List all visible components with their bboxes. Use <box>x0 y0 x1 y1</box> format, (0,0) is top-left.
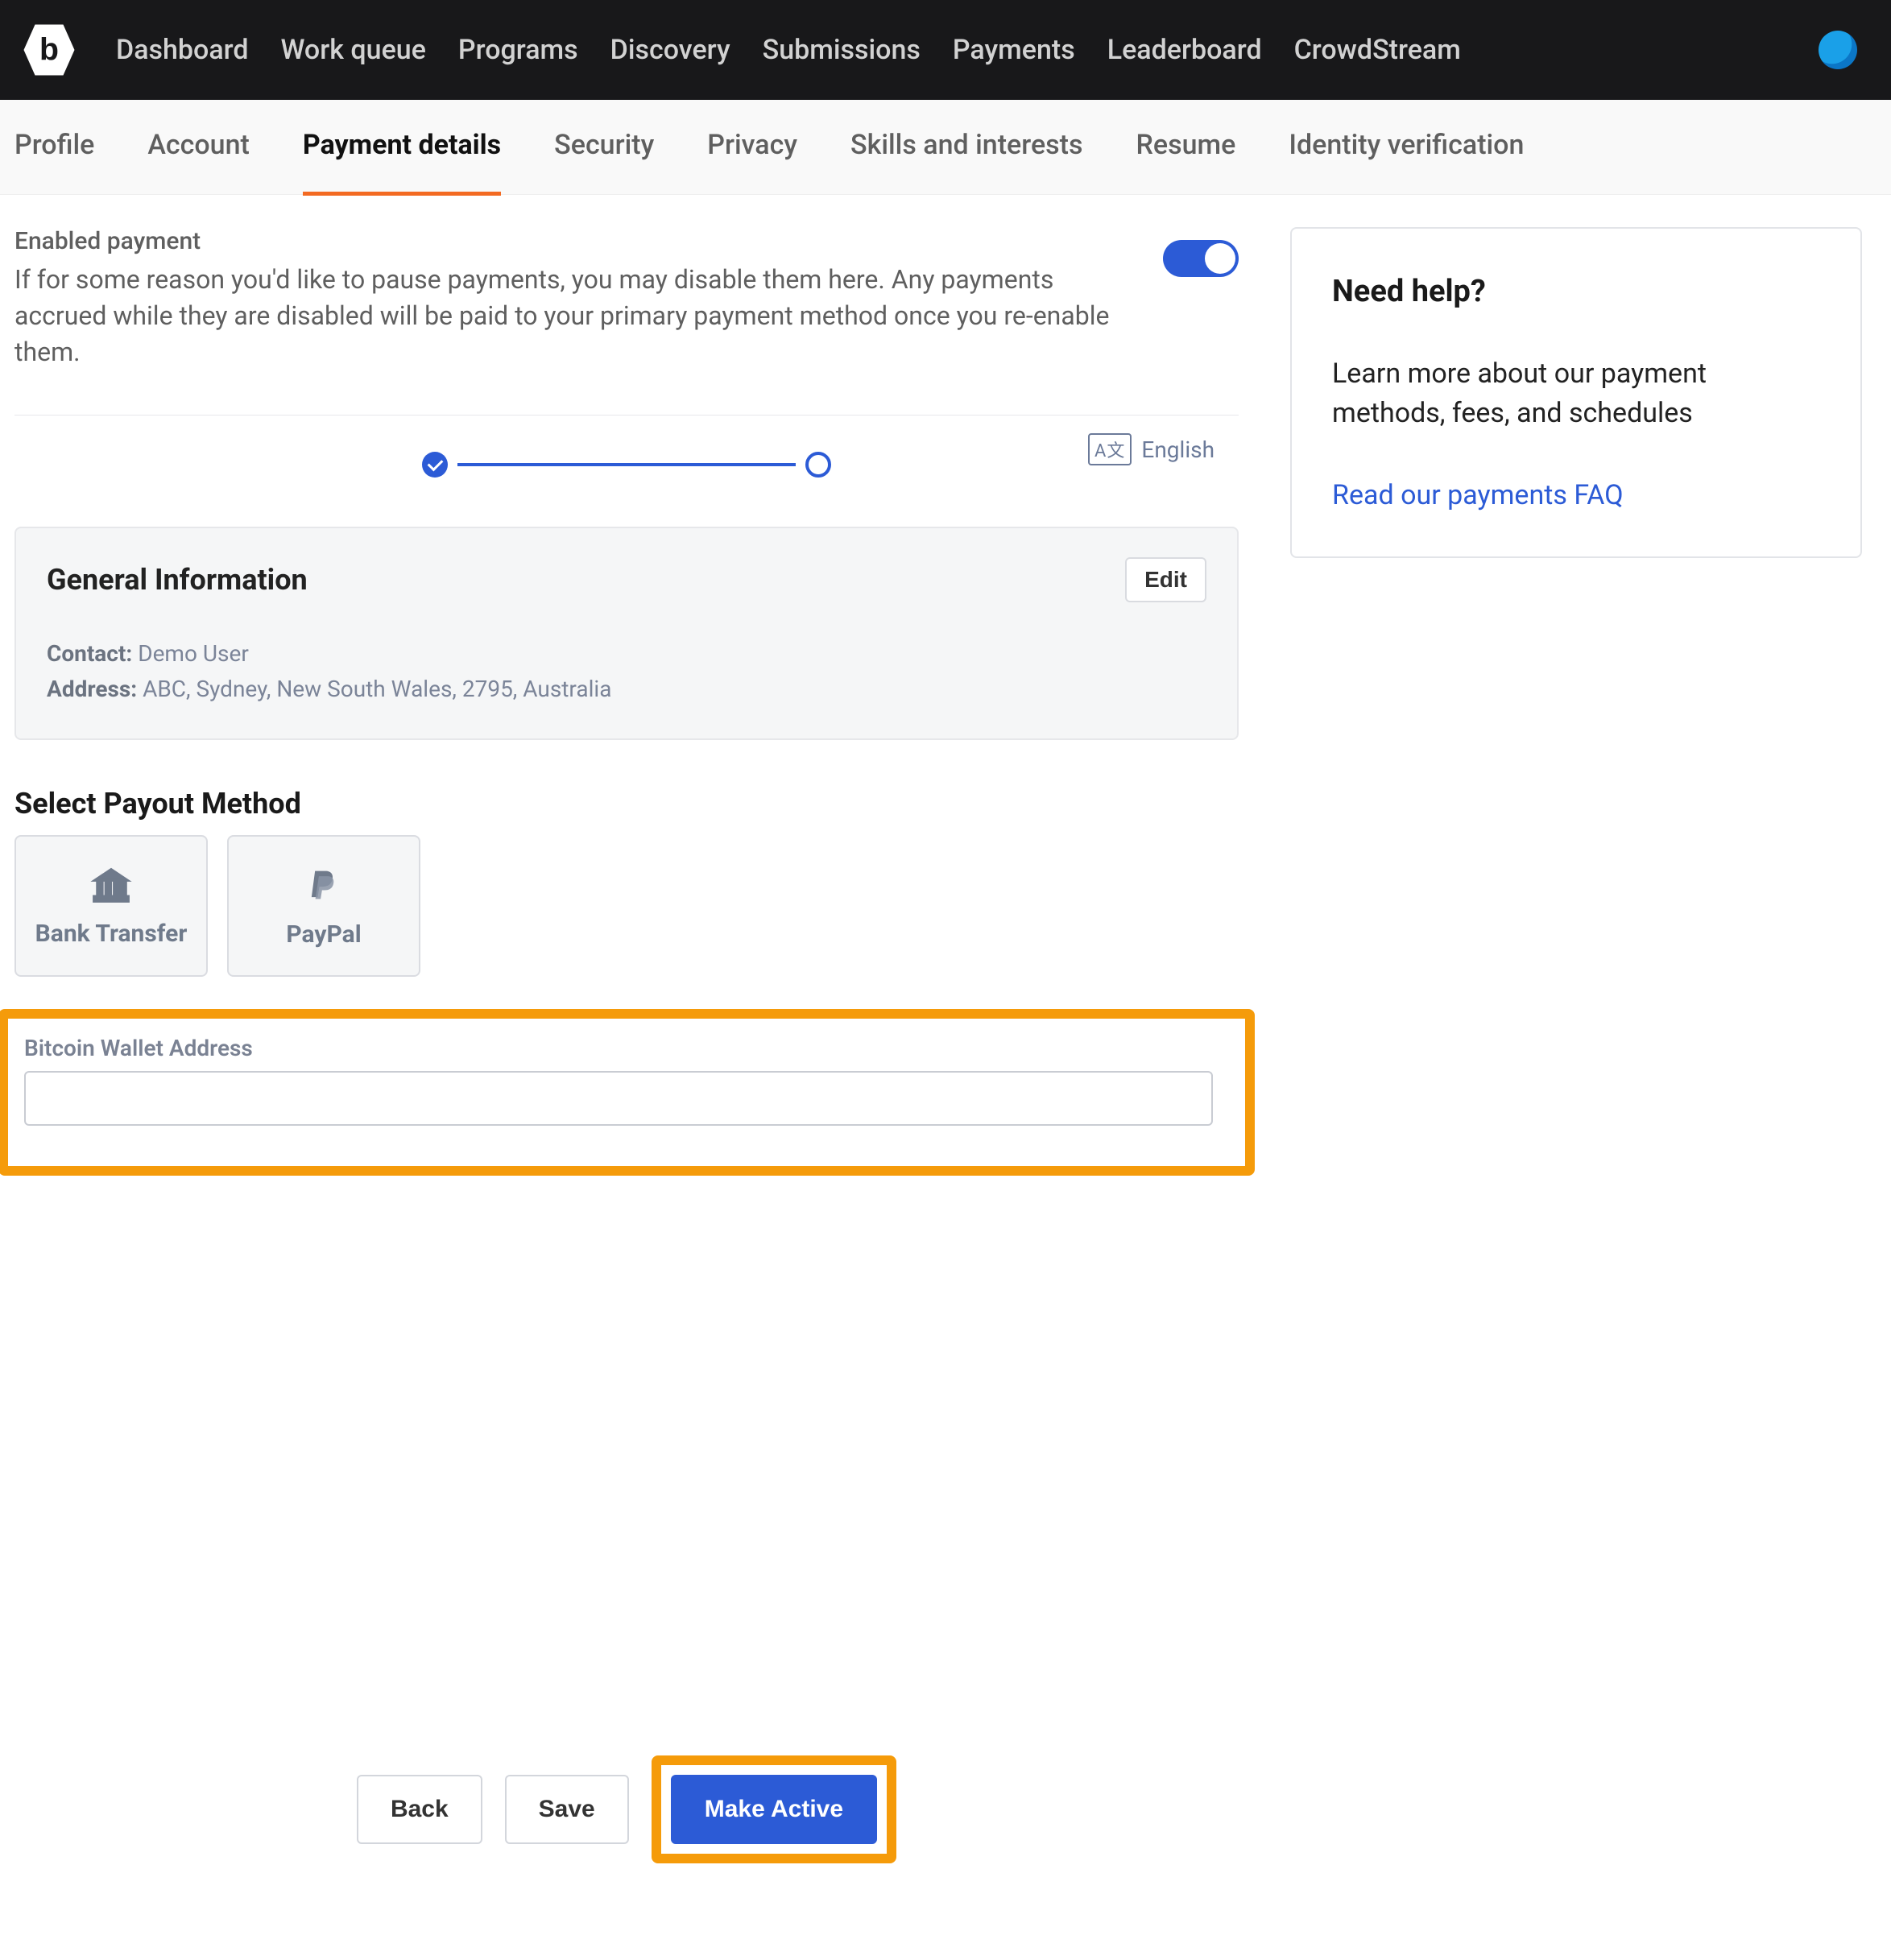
tab-resume[interactable]: Resume <box>1136 98 1236 196</box>
address-value: ABC, Sydney, New South Wales, 2795, Aust… <box>143 676 611 702</box>
nav-programs[interactable]: Programs <box>458 34 578 66</box>
help-sidebar: Need help? Learn more about our payment … <box>1290 227 1862 1863</box>
general-info-card: General Information Edit Contact: Demo U… <box>14 527 1239 740</box>
footer-actions: Back Save Make Active <box>14 1755 1239 1863</box>
bitcoin-wallet-highlight: Bitcoin Wallet Address <box>0 1009 1255 1176</box>
step-line <box>457 463 796 466</box>
divider <box>14 415 1239 416</box>
general-info-title: General Information <box>47 563 308 597</box>
address-label: Address: <box>47 676 137 702</box>
nav-crowdstream[interactable]: CrowdStream <box>1294 34 1461 66</box>
payout-paypal-label: PayPal <box>286 920 361 949</box>
avatar[interactable] <box>1819 31 1857 69</box>
enable-payment-desc: If for some reason you'd like to pause p… <box>14 262 1123 370</box>
step-2-current-icon <box>805 452 831 478</box>
nav-payments[interactable]: Payments <box>953 34 1075 66</box>
enable-payment-row: Enabled payment If for some reason you'd… <box>14 227 1239 370</box>
make-active-highlight: Make Active <box>652 1755 896 1863</box>
make-active-button[interactable]: Make Active <box>671 1775 877 1844</box>
nav-discovery[interactable]: Discovery <box>610 34 730 66</box>
tab-account[interactable]: Account <box>147 98 250 196</box>
tab-privacy[interactable]: Privacy <box>707 98 797 196</box>
enable-payment-text: Enabled payment If for some reason you'd… <box>14 227 1123 370</box>
contact-label: Contact: <box>47 640 132 667</box>
language-icon: A文 <box>1088 433 1132 465</box>
save-button[interactable]: Save <box>505 1775 629 1844</box>
nav-submissions[interactable]: Submissions <box>763 34 921 66</box>
help-faq-link[interactable]: Read our payments FAQ <box>1332 479 1624 511</box>
logo[interactable]: b <box>14 19 84 81</box>
tab-payment-details[interactable]: Payment details <box>303 98 501 196</box>
contact-row: Contact: Demo User <box>47 636 1206 671</box>
top-nav: b Dashboard Work queue Programs Discover… <box>0 0 1891 100</box>
toggle-knob <box>1205 243 1235 274</box>
language-selector[interactable]: A文 English <box>1088 433 1214 465</box>
nav-links: Dashboard Work queue Programs Discovery … <box>116 34 1786 66</box>
paypal-icon <box>303 864 345 909</box>
svg-text:b: b <box>39 33 59 68</box>
payout-bank-transfer[interactable]: Bank Transfer <box>14 835 208 977</box>
payout-bank-label: Bank Transfer <box>35 920 188 948</box>
address-row: Address: ABC, Sydney, New South Wales, 2… <box>47 672 1206 706</box>
progress-stepper <box>422 452 831 478</box>
bank-icon <box>87 865 135 908</box>
nav-leaderboard[interactable]: Leaderboard <box>1107 34 1262 66</box>
help-box: Need help? Learn more about our payment … <box>1290 227 1862 558</box>
enable-payment-toggle[interactable] <box>1163 240 1239 277</box>
step-1-done-icon <box>422 452 448 478</box>
language-label: English <box>1141 436 1214 463</box>
help-title: Need help? <box>1332 274 1820 309</box>
enable-payment-title: Enabled payment <box>14 227 1123 255</box>
page-body: Enabled payment If for some reason you'd… <box>0 195 1891 1960</box>
bitcoin-wallet-input[interactable] <box>24 1071 1213 1126</box>
contact-value: Demo User <box>138 640 249 667</box>
bitcoin-wallet-label: Bitcoin Wallet Address <box>24 1035 1213 1061</box>
nav-dashboard[interactable]: Dashboard <box>116 34 249 66</box>
stepper-row: A文 English <box>14 436 1239 493</box>
tab-identity[interactable]: Identity verification <box>1289 98 1524 196</box>
payout-methods: Bank Transfer PayPal <box>14 835 1239 977</box>
tab-skills[interactable]: Skills and interests <box>850 98 1083 196</box>
back-button[interactable]: Back <box>357 1775 482 1844</box>
tab-security[interactable]: Security <box>554 98 654 196</box>
nav-work-queue[interactable]: Work queue <box>281 34 426 66</box>
tab-profile[interactable]: Profile <box>14 98 94 196</box>
payout-section-title: Select Payout Method <box>14 787 1239 821</box>
main-column: Enabled payment If for some reason you'd… <box>14 227 1239 1863</box>
settings-tabs: Profile Account Payment details Security… <box>0 100 1891 195</box>
payout-paypal[interactable]: PayPal <box>227 835 420 977</box>
help-text: Learn more about our payment methods, fe… <box>1332 354 1820 434</box>
edit-button[interactable]: Edit <box>1125 557 1206 602</box>
